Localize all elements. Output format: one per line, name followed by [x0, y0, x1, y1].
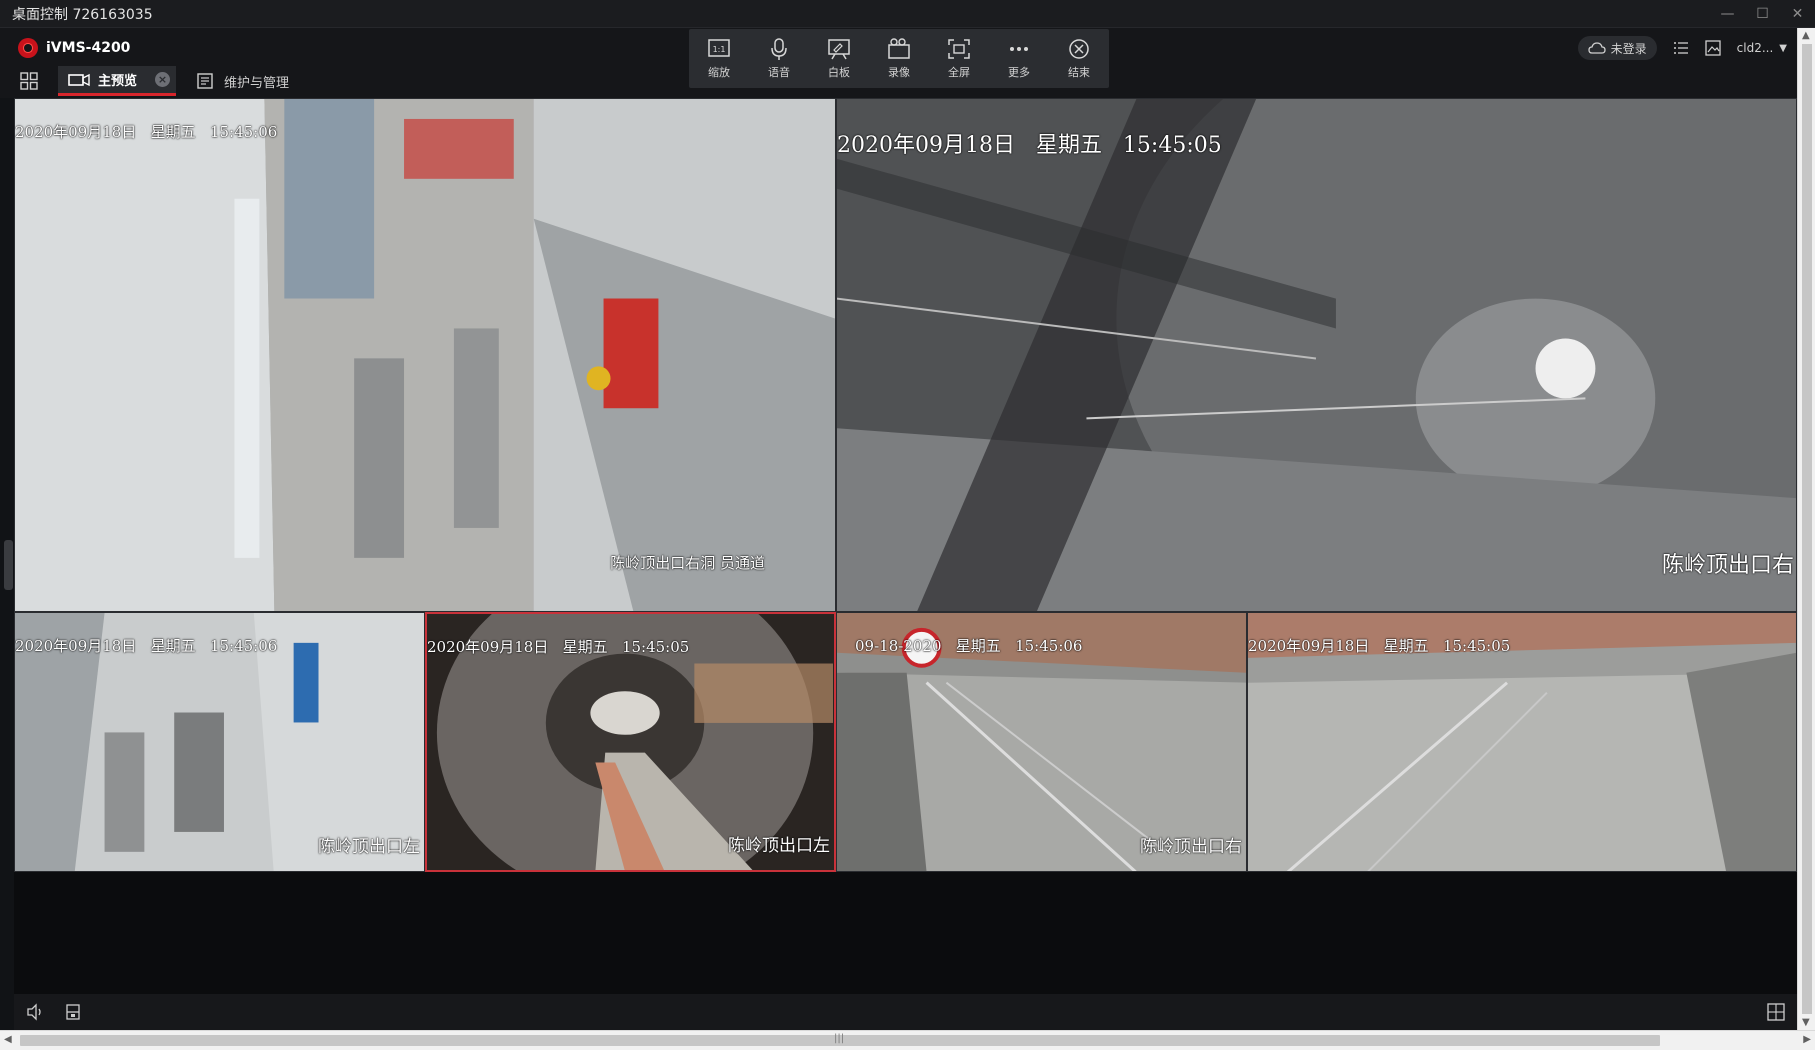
tab-bar: 主预览 × 维护与管理: [0, 66, 299, 96]
close-circle-icon: [1069, 39, 1089, 59]
video-pane-4[interactable]: 2020年09月18日 星期五 15:45:05 陈岭顶出口左: [425, 612, 836, 872]
microphone-icon: [771, 38, 787, 60]
app-header: iVMS-4200 主预览 × 维护与管理 1:1 缩放 语音 白板 录像 全屏…: [0, 28, 1797, 98]
bottom-bar-right: [1767, 1003, 1797, 1021]
app-name: iVMS-4200: [46, 40, 131, 56]
chevron-down-icon[interactable]: ▼: [1779, 43, 1787, 54]
zoom-label: 缩放: [708, 66, 730, 79]
hikvision-logo-icon: [18, 38, 38, 58]
video-timestamp: 2020年09月18日 星期五 15:45:05: [1248, 637, 1511, 655]
video-pane-2[interactable]: 2020年09月18日 星期五 15:45:05 陈岭顶出口右: [836, 98, 1797, 612]
horizontal-scrollbar[interactable]: ◀ ||| ▶: [0, 1030, 1815, 1050]
video-timestamp: 2020年09月18日 星期五 15:45:05: [837, 133, 1222, 158]
tab-close-icon[interactable]: ×: [155, 72, 171, 87]
maximize-button[interactable]: ☐: [1745, 0, 1780, 28]
tab-label: 维护与管理: [224, 75, 290, 91]
camera-feed-image: [15, 99, 835, 611]
scroll-right-icon[interactable]: ▶: [1803, 1034, 1811, 1045]
channel-name: 陈岭顶出口左: [318, 837, 420, 857]
scroll-down-icon[interactable]: ▼: [1802, 1017, 1810, 1028]
image-icon[interactable]: [1705, 40, 1721, 56]
vertical-scrollbar[interactable]: ▲ ▼: [1797, 28, 1815, 1030]
end-session-button[interactable]: 结束: [1052, 37, 1106, 80]
video-timestamp: 2020年09月18日 星期五 15:45:06: [15, 637, 278, 655]
settings-panel-icon: [197, 73, 213, 89]
whiteboard-button[interactable]: 白板: [812, 37, 866, 80]
channel-name: 陈岭顶出口右: [1140, 837, 1242, 857]
record-button[interactable]: 录像: [872, 37, 926, 80]
more-label: 更多: [1008, 66, 1030, 79]
more-dots-icon: [1010, 47, 1028, 51]
grid-icon: [20, 72, 38, 90]
zoom-button[interactable]: 1:1 缩放: [692, 37, 746, 80]
remote-control-toolbar: 1:1 缩放 语音 白板 录像 全屏 更多 结束: [689, 29, 1109, 88]
video-timestamp: 2020年09月18日 星期五 15:45:05: [427, 638, 690, 656]
zoom-1to1-icon: 1:1: [708, 39, 730, 57]
video-timestamp: 2020年09月18日 星期五 15:45:06: [15, 123, 278, 141]
voice-button[interactable]: 语音: [752, 37, 806, 80]
video-pane-5[interactable]: 09-18-2020 星期五 15:45:06 陈岭顶出口右: [836, 612, 1247, 872]
video-pane-1[interactable]: 2020年09月18日 星期五 15:45:06 陈岭顶出口右洞 员通道: [14, 98, 836, 612]
speaker-icon[interactable]: [26, 1003, 44, 1021]
channel-name: 陈岭顶出口左: [728, 836, 830, 856]
tab-maintenance[interactable]: 维护与管理: [184, 67, 299, 95]
tab-main-preview[interactable]: 主预览 ×: [58, 66, 177, 96]
fullscreen-icon: [948, 39, 970, 59]
remote-desktop-titlebar: 桌面控制 726163035 — ☐ ✕: [0, 0, 1815, 28]
scroll-up-icon[interactable]: ▲: [1802, 30, 1810, 41]
video-timestamp: 09-18-2020 星期五 15:45:06: [855, 637, 1083, 655]
close-button[interactable]: ✕: [1780, 0, 1815, 28]
fullscreen-button[interactable]: 全屏: [932, 37, 986, 80]
login-status: 未登录: [1610, 41, 1647, 56]
camera-feed-image: [837, 99, 1796, 611]
header-right: 未登录 cld2... ▼: [1577, 36, 1787, 60]
scroll-left-icon[interactable]: ◀: [4, 1034, 12, 1045]
cloud-icon: [1587, 42, 1606, 54]
layout-grid-icon[interactable]: [1767, 1003, 1785, 1021]
sidebar-toggle-handle[interactable]: [4, 540, 13, 590]
list-icon[interactable]: [1673, 40, 1689, 56]
save-icon[interactable]: [64, 1003, 82, 1021]
end-label: 结束: [1068, 66, 1090, 79]
brand: iVMS-4200: [18, 38, 130, 58]
bottom-bar-left: [14, 1003, 82, 1021]
video-bottom-bar: [14, 994, 1797, 1030]
video-pane-empty: [14, 872, 1797, 994]
fullscreen-label: 全屏: [948, 66, 970, 79]
minimize-button[interactable]: —: [1710, 0, 1745, 28]
user-name[interactable]: cld2...: [1737, 41, 1774, 55]
channel-name: 陈岭顶出口右洞 员通道: [610, 554, 765, 572]
tab-label: 主预览: [98, 74, 138, 89]
camera-icon: [68, 73, 90, 86]
channel-name: 陈岭顶出口右: [1661, 553, 1794, 578]
window-controls: — ☐ ✕: [1710, 0, 1815, 28]
module-grid-button[interactable]: [0, 66, 58, 96]
cloud-login-button[interactable]: 未登录: [1577, 36, 1657, 60]
video-grid: 2020年09月18日 星期五 15:45:06 陈岭顶出口右洞 员通道 202…: [14, 98, 1797, 994]
record-label: 录像: [888, 66, 910, 79]
scroll-grip-icon: |||: [834, 1033, 845, 1044]
record-camera-icon: [888, 38, 910, 59]
svg-text:1:1: 1:1: [713, 45, 726, 54]
whiteboard-label: 白板: [828, 66, 850, 79]
more-button[interactable]: 更多: [992, 37, 1046, 80]
vertical-scroll-thumb[interactable]: [1802, 44, 1812, 1014]
whiteboard-icon: [828, 39, 850, 60]
video-pane-3[interactable]: 2020年09月18日 星期五 15:45:06 陈岭顶出口左: [14, 612, 425, 872]
window-title: 桌面控制 726163035: [12, 6, 153, 23]
remote-desktop-window: 桌面控制 726163035 — ☐ ✕ iVMS-4200 主预览 × 维护与…: [0, 0, 1815, 1050]
voice-label: 语音: [768, 66, 790, 79]
video-pane-6[interactable]: 2020年09月18日 星期五 15:45:05: [1247, 612, 1797, 872]
